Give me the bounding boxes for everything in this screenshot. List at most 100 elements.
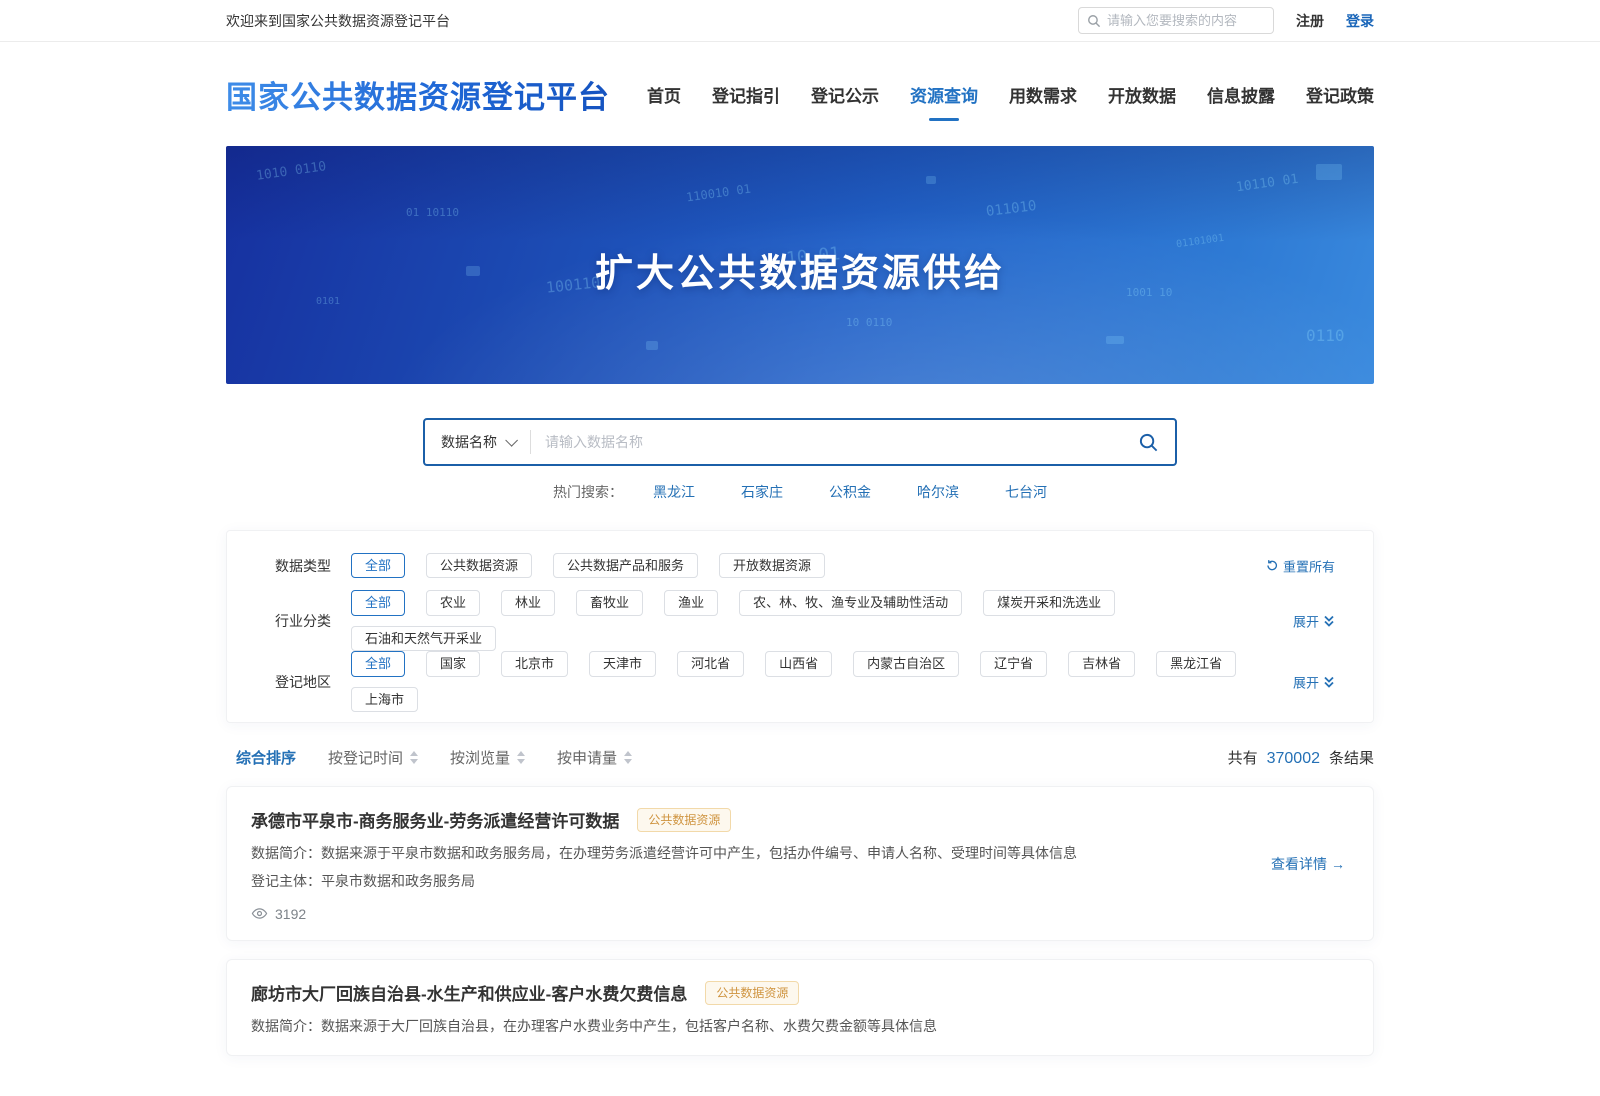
- card-title-row: 承德市平泉市-商务服务业-劳务派遣经营许可数据公共数据资源: [251, 807, 1349, 832]
- total-suffix: 条结果: [1329, 747, 1374, 768]
- filter-chip[interactable]: 农、林、牧、渔专业及辅助性活动: [739, 590, 962, 616]
- result-subject: 登记主体：平泉市数据和政务服务局: [251, 871, 1151, 892]
- login-link[interactable]: 登录: [1346, 11, 1374, 31]
- hot-search-link[interactable]: 哈尔滨: [917, 482, 959, 502]
- main-nav: 首页登记指引登记公示资源查询用数需求开放数据信息披露登记政策: [647, 76, 1374, 113]
- hero-title: 扩大公共数据资源供给: [226, 146, 1374, 297]
- hot-search-link[interactable]: 黑龙江: [653, 482, 695, 502]
- topbar-search-box[interactable]: [1078, 7, 1274, 34]
- filter-chip[interactable]: 辽宁省: [980, 651, 1047, 677]
- filter-chip[interactable]: 石油和天然气开采业: [351, 626, 496, 652]
- expand-button[interactable]: 展开: [1293, 672, 1335, 691]
- expand-label: 展开: [1293, 672, 1319, 691]
- result-card: 承德市平泉市-商务服务业-劳务派遣经营许可数据公共数据资源数据简介：数据来源于平…: [226, 786, 1374, 941]
- hero-banner: 10 0101101001011010110 011001 1001101010…: [226, 146, 1374, 384]
- resource-type-badge: 公共数据资源: [637, 808, 731, 832]
- eye-icon: [251, 905, 268, 922]
- site-logo[interactable]: 国家公共数据资源登记平台: [226, 72, 610, 117]
- search-icon: [1087, 14, 1101, 28]
- nav-item-开放数据[interactable]: 开放数据: [1108, 76, 1176, 113]
- arrow-right-icon: →: [1331, 856, 1345, 872]
- hot-search-link[interactable]: 石家庄: [741, 482, 783, 502]
- result-title[interactable]: 廊坊市大厂回族自治县-水生产和供应业-客户水费欠费信息: [251, 980, 687, 1005]
- filter-chip[interactable]: 公共数据资源: [426, 553, 532, 579]
- nav-item-信息披露[interactable]: 信息披露: [1207, 76, 1275, 113]
- result-total: 共有 370002 条结果: [1228, 747, 1374, 768]
- filter-chip[interactable]: 河北省: [677, 651, 744, 677]
- nav-item-首页[interactable]: 首页: [647, 76, 681, 113]
- caret-down-icon: [410, 759, 418, 764]
- search-category-label: 数据名称: [441, 432, 497, 452]
- expand-label: 展开: [1293, 611, 1319, 630]
- card-title-row: 廊坊市大厂回族自治县-水生产和供应业-客户水费欠费信息公共数据资源: [251, 980, 1349, 1005]
- filter-chip[interactable]: 开放数据资源: [719, 553, 825, 579]
- filter-chip[interactable]: 国家: [426, 651, 480, 677]
- hot-search-link[interactable]: 公积金: [829, 482, 871, 502]
- expand-button[interactable]: 展开: [1293, 611, 1335, 630]
- filter-chip[interactable]: 全部: [351, 553, 405, 579]
- filter-chip[interactable]: 渔业: [664, 590, 718, 616]
- resource-type-badge: 公共数据资源: [705, 981, 799, 1005]
- hot-search-link[interactable]: 七台河: [1005, 482, 1047, 502]
- result-description: 数据简介：数据来源于平泉市数据和政务服务局，在办理劳务派遣经营许可中产生，包括办…: [251, 843, 1151, 864]
- hot-search-row: 热门搜索： 黑龙江 石家庄 公积金 哈尔滨 七台河: [226, 482, 1374, 502]
- filter-chip[interactable]: 天津市: [589, 651, 656, 677]
- refresh-icon: [1265, 559, 1279, 573]
- nav-item-资源查询[interactable]: 资源查询: [910, 76, 978, 113]
- sort-option-综合排序[interactable]: 综合排序: [236, 747, 296, 768]
- banner-pixel-block: [646, 341, 658, 350]
- filter-chip[interactable]: 畜牧业: [576, 590, 643, 616]
- view-detail-label: 查看详情: [1271, 854, 1327, 874]
- chevron-down-icon: [505, 434, 518, 447]
- sort-option-按浏览量[interactable]: 按浏览量: [450, 747, 525, 768]
- double-chevron-down-icon: [1323, 675, 1335, 688]
- sort-option-按登记时间[interactable]: 按登记时间: [328, 747, 418, 768]
- nav-item-登记政策[interactable]: 登记政策: [1306, 76, 1374, 113]
- sort-carets-icon: [517, 751, 525, 764]
- filter-row-数据类型: 数据类型全部公共数据资源公共数据产品和服务开放数据资源重置所有: [251, 541, 1349, 590]
- filter-row-登记地区: 登记地区全部国家北京市天津市河北省山西省内蒙古自治区辽宁省吉林省黑龙江省上海市展…: [251, 651, 1349, 712]
- double-chevron-down-icon: [1323, 614, 1335, 627]
- filter-chip[interactable]: 煤炭开采和洗选业: [983, 590, 1115, 616]
- hot-search-label: 热门搜索：: [553, 482, 623, 502]
- search-category-select[interactable]: 数据名称: [425, 432, 530, 452]
- filter-chip[interactable]: 上海市: [351, 687, 418, 713]
- banner-pixel-block: [1106, 336, 1124, 344]
- search-button[interactable]: [1122, 432, 1175, 453]
- nav-item-用数需求[interactable]: 用数需求: [1009, 76, 1077, 113]
- caret-up-icon: [517, 751, 525, 756]
- filter-label: 行业分类: [275, 611, 333, 631]
- caret-down-icon: [517, 759, 525, 764]
- sort-option-label: 按浏览量: [450, 747, 510, 768]
- search-icon: [1138, 432, 1159, 453]
- filter-chip[interactable]: 农业: [426, 590, 480, 616]
- nav-item-登记公示[interactable]: 登记公示: [811, 76, 879, 113]
- reset-all-button[interactable]: 重置所有: [1265, 556, 1335, 575]
- filter-chip[interactable]: 黑龙江省: [1156, 651, 1236, 677]
- filter-options: 全部公共数据资源公共数据产品和服务开放数据资源: [351, 553, 825, 579]
- filter-chip[interactable]: 林业: [501, 590, 555, 616]
- filter-chip[interactable]: 北京市: [501, 651, 568, 677]
- filter-chip[interactable]: 全部: [351, 651, 405, 677]
- filter-chip[interactable]: 内蒙古自治区: [853, 651, 959, 677]
- resource-search-input[interactable]: [531, 434, 1122, 450]
- nav-item-登记指引[interactable]: 登记指引: [712, 76, 780, 113]
- filter-chip[interactable]: 全部: [351, 590, 405, 616]
- sort-carets-icon: [410, 751, 418, 764]
- view-count-value: 3192: [275, 906, 306, 922]
- sort-option-label: 按登记时间: [328, 747, 403, 768]
- resource-search-bar: 数据名称: [423, 418, 1177, 466]
- total-count: 370002: [1267, 750, 1320, 768]
- register-link[interactable]: 注册: [1296, 11, 1324, 31]
- sort-option-按申请量[interactable]: 按申请量: [557, 747, 632, 768]
- sort-option-label: 按申请量: [557, 747, 617, 768]
- filter-chip[interactable]: 公共数据产品和服务: [553, 553, 698, 579]
- result-title[interactable]: 承德市平泉市-商务服务业-劳务派遣经营许可数据: [251, 807, 619, 832]
- topbar: 欢迎来到国家公共数据资源登记平台 注册 登录: [0, 0, 1600, 42]
- topbar-search-input[interactable]: [1107, 13, 1265, 28]
- total-prefix: 共有: [1228, 747, 1258, 768]
- filter-chip[interactable]: 山西省: [765, 651, 832, 677]
- result-card: 廊坊市大厂回族自治县-水生产和供应业-客户水费欠费信息公共数据资源数据简介：数据…: [226, 959, 1374, 1056]
- view-detail-link[interactable]: 查看详情→: [1271, 854, 1345, 874]
- filter-chip[interactable]: 吉林省: [1068, 651, 1135, 677]
